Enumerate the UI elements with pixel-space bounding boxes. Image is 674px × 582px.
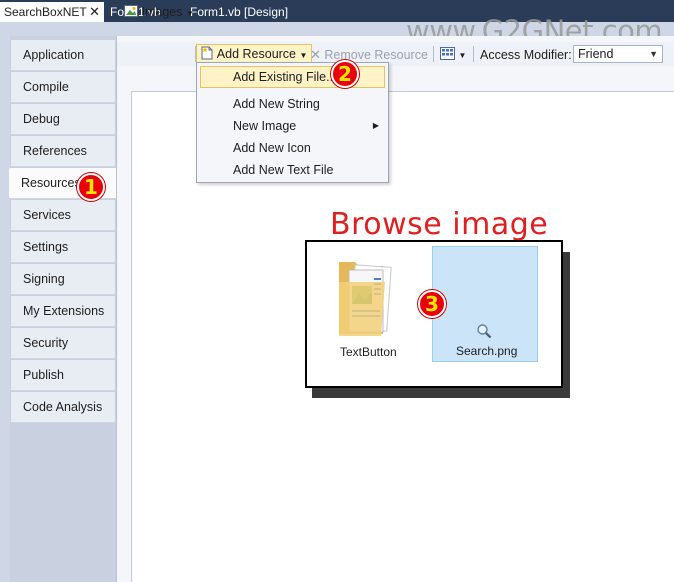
sidebar-item-my-extensions[interactable]: My Extensions: [11, 296, 115, 327]
menu-item-label: Add New Icon: [233, 141, 311, 155]
sidebar-item-compile[interactable]: Compile: [11, 72, 115, 103]
add-resource-button[interactable]: Add Resource ▼: [196, 44, 313, 64]
delete-icon: ✕: [310, 47, 321, 62]
tab-label: SearchBoxNET: [4, 5, 87, 19]
sidebar-item-services[interactable]: Services: [11, 200, 115, 231]
chevron-right-icon: ▶: [372, 121, 379, 130]
access-modifier-label: Access Modifier:: [480, 48, 572, 62]
chevron-down-icon: ▼: [185, 9, 194, 18]
sidebar-item-debug[interactable]: Debug: [11, 104, 115, 135]
menu-item-add-new-string[interactable]: Add New String: [197, 93, 388, 115]
access-modifier-value: Friend: [578, 47, 614, 61]
step-badge-1: 1: [77, 173, 105, 201]
add-file-icon: [201, 46, 213, 60]
image-icon: [124, 5, 138, 17]
sidebar-item-signing[interactable]: Signing: [11, 264, 115, 295]
close-icon[interactable]: ✕: [89, 2, 100, 22]
chevron-down-icon: ▼: [299, 51, 308, 60]
add-resource-menu: Add Existing File... Add New String New …: [196, 62, 389, 183]
sidebar-item-application[interactable]: Application: [11, 40, 115, 71]
chevron-down-icon: ▼: [458, 51, 467, 60]
toolbar-separator: [473, 46, 474, 62]
access-modifier-select[interactable]: Friend ▼: [573, 45, 663, 63]
menu-item-add-new-icon[interactable]: Add New Icon: [197, 137, 388, 159]
add-resource-label: Add Resource: [216, 47, 297, 61]
grid-view-icon: [440, 47, 455, 60]
step-badge-2: 2: [331, 60, 359, 88]
menu-item-add-new-text-file[interactable]: Add New Text File: [197, 159, 388, 181]
tab-label: Form1.vb [Design]: [190, 5, 289, 19]
toolbar-separator: [433, 46, 434, 62]
menu-item-label: New Image: [233, 119, 297, 133]
images-dropdown-button[interactable]: Images ▼: [124, 3, 194, 21]
tab-form1-design[interactable]: Form1.vb [Design]: [186, 2, 296, 22]
sidebar-item-references[interactable]: References: [11, 136, 115, 167]
sidebar-item-publish[interactable]: Publish: [11, 360, 115, 391]
file-name: TextButton: [340, 345, 397, 359]
menu-item-label: Add New Text File: [233, 163, 334, 177]
browse-image-title: Browse image: [330, 207, 549, 242]
tab-searchboxnet[interactable]: SearchBoxNET ✕: [0, 2, 104, 22]
menu-item-label: Add Existing File...: [233, 70, 337, 84]
sidebar-item-code-analysis[interactable]: Code Analysis: [11, 392, 115, 423]
menu-item-label: Add New String: [233, 97, 320, 111]
chevron-down-icon: ▼: [649, 49, 658, 59]
folder-icon: [339, 262, 392, 336]
step-badge-3: 3: [418, 290, 446, 318]
sidebar-item-settings[interactable]: Settings: [11, 232, 115, 263]
sidebar-item-security[interactable]: Security: [11, 328, 115, 359]
file-name: Search.png: [456, 344, 518, 358]
file-item-textbutton[interactable]: TextButton: [333, 252, 407, 362]
menu-item-new-image[interactable]: New Image ▶: [197, 115, 388, 137]
images-label: Images: [141, 5, 183, 19]
views-dropdown-button[interactable]: ▼: [440, 45, 466, 63]
image-file-icon: [477, 324, 492, 339]
file-item-search-png[interactable]: Search.png: [432, 246, 538, 362]
